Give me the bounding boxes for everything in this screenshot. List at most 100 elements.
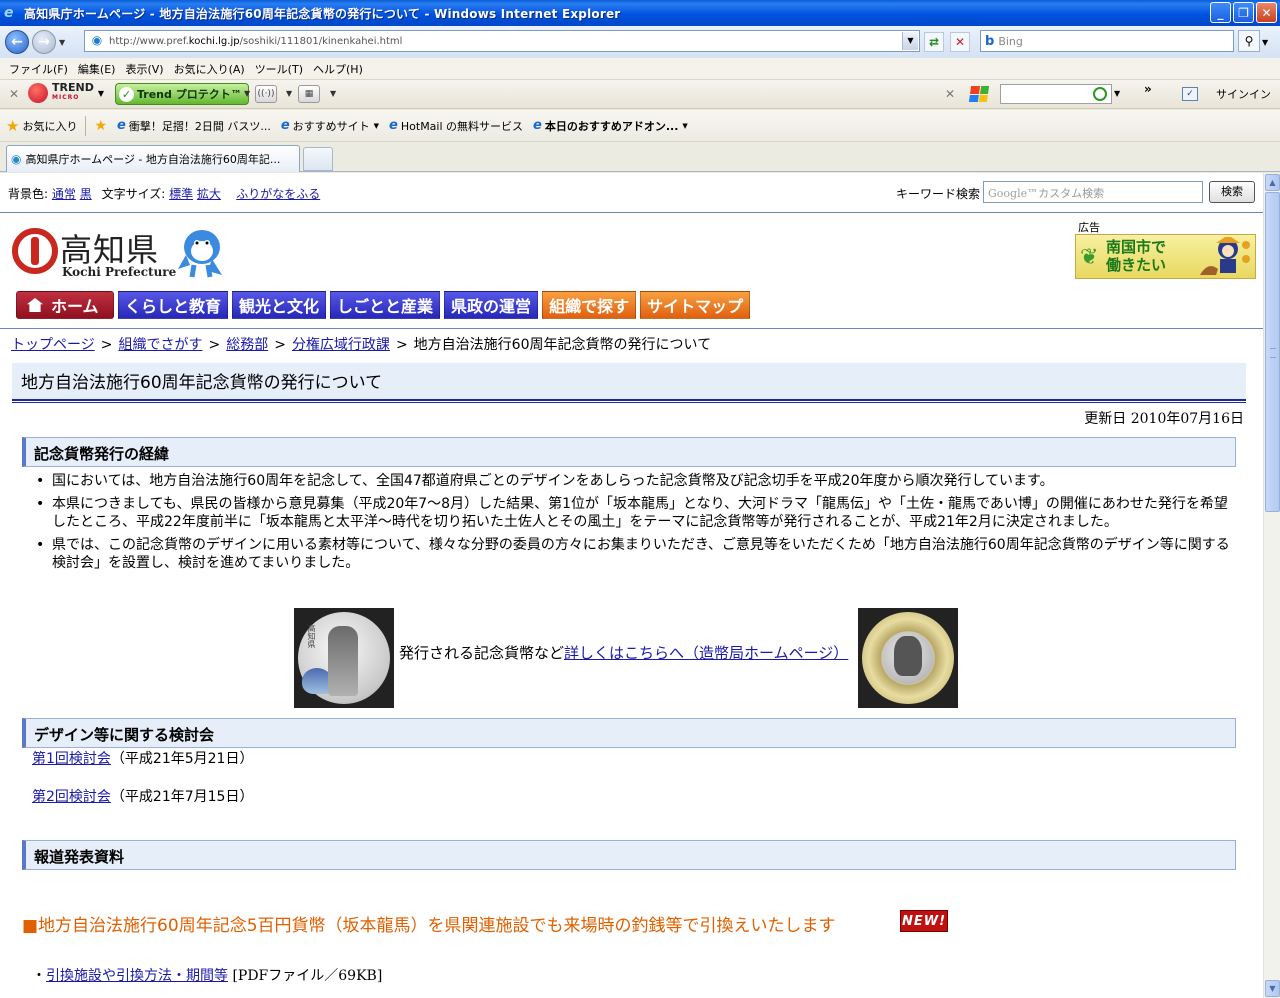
nav-life-education[interactable]: くらしと教育	[118, 291, 229, 319]
trend-toolbar: ✕ TREND MICRO ▼ ✓ Trend プロテクト™ ▼ ((·)) ▼ …	[0, 80, 1280, 109]
font-standard-link[interactable]: 標準	[169, 187, 193, 201]
address-url[interactable]: http://www.pref.kochi.lg.jp/soshiki/1118…	[109, 36, 402, 47]
meeting-2-link[interactable]: 第2回検討会	[32, 789, 111, 805]
search-icon: ⚲	[1244, 34, 1254, 48]
address-toolbar: ← → ▼ ◉ http://www.pref.kochi.lg.jp/sosh…	[0, 26, 1280, 58]
mint-website-link[interactable]: 詳しくはこちらへ（造幣局ホームページ）	[564, 644, 848, 662]
nav-administration[interactable]: 県政の運営	[444, 291, 539, 319]
breadcrumb: トップページ > 組織でさがす > 総務部 > 分権広域行政課 > 地方自治法施行60周年記念貨…	[11, 337, 712, 353]
address-dropdown-button[interactable]: ▼	[902, 32, 918, 50]
ie-page-icon: e	[533, 118, 542, 133]
back-button[interactable]: ←	[5, 30, 29, 54]
section-heading-press: 報道発表資料	[22, 840, 1236, 870]
meeting-1-link[interactable]: 第1回検討会	[32, 751, 111, 767]
menu-view[interactable]: 表示(V)	[120, 61, 168, 77]
menu-tools[interactable]: ツール(T)	[250, 61, 308, 77]
mascot-icon	[178, 230, 222, 278]
scroll-thumb[interactable]	[1265, 192, 1280, 512]
site-search-button[interactable]: 検索	[1209, 181, 1255, 203]
refresh-button[interactable]: ⇄	[924, 32, 944, 52]
menu-help[interactable]: ヘルプ(H)	[308, 61, 368, 77]
favorite-item[interactable]: e HotMail の無料サービス	[389, 118, 523, 134]
ad-banner[interactable]: ❦ 南国市で 働きたい	[1075, 234, 1256, 279]
signin-button[interactable]: ✓ サインイン	[1182, 86, 1271, 102]
menu-favorites[interactable]: お気に入り(A)	[169, 61, 250, 77]
address-bar[interactable]: ◉ http://www.pref.kochi.lg.jp/soshiki/11…	[84, 30, 920, 52]
nav-tourism-culture[interactable]: 観光と文化	[232, 291, 327, 319]
search-icon[interactable]	[1093, 87, 1107, 101]
scroll-up-button[interactable]: ▲	[1265, 174, 1280, 191]
tab-strip: ◉ 高知県庁ホームページ - 地方自治法施行60周年記...	[0, 142, 1280, 172]
favorite-item[interactable]: e おすすめサイト ▼	[281, 118, 379, 134]
close-toolbar-icon[interactable]: ✕	[9, 87, 19, 101]
search-options-dropdown[interactable]: ▼	[1262, 38, 1268, 47]
breadcrumb-top[interactable]: トップページ	[11, 337, 95, 353]
window-title: 高知県庁ホームページ - 地方自治法施行60周年記念貨幣の発行について - Wi…	[24, 6, 621, 21]
menu-edit[interactable]: 編集(E)	[73, 61, 121, 77]
toolbar-more-chevron[interactable]: »	[1144, 82, 1152, 96]
refresh-icon: ⇄	[928, 35, 940, 49]
keyword-search-label: キーワード検索	[896, 187, 981, 201]
tab-current[interactable]: ◉ 高知県庁ホームページ - 地方自治法施行60周年記...	[6, 145, 300, 172]
keyboard-icon[interactable]: ▦	[298, 85, 320, 103]
maximize-button[interactable]: ❐	[1233, 2, 1254, 23]
close-msn-toolbar-icon[interactable]: ✕	[945, 87, 955, 101]
page-favicon-icon: ◉	[91, 33, 103, 47]
menu-file[interactable]: ファイル(F)	[4, 61, 73, 77]
search-go-button[interactable]: ⚲	[1238, 30, 1260, 52]
minimize-button[interactable]: _	[1210, 2, 1231, 23]
scroll-down-button[interactable]: ▼	[1265, 980, 1280, 997]
forward-button[interactable]: →	[32, 30, 56, 54]
site-search-input[interactable]: Google™カスタム検索	[983, 181, 1203, 203]
add-favorite-icon[interactable]: ★	[94, 118, 107, 134]
font-large-link[interactable]: 拡大	[197, 187, 221, 201]
furigana-link[interactable]: ふりがなをふる	[236, 187, 320, 201]
breadcrumb-organization[interactable]: 組織でさがす	[118, 337, 202, 353]
favorites-button[interactable]: お気に入り	[22, 118, 77, 134]
nav-work-industry[interactable]: しごとと産業	[330, 291, 441, 319]
new-badge: NEW!	[900, 910, 948, 932]
msn-search-dropdown[interactable]: ▼	[1114, 89, 1120, 98]
wireless-dropdown[interactable]: ▼	[286, 89, 292, 98]
stop-icon: ✕	[954, 35, 966, 49]
window-title-bar: e 高知県庁ホームページ - 地方自治法施行60周年記念貨幣の発行について - …	[0, 0, 1280, 26]
bing-logo-icon: b	[985, 33, 995, 49]
bg-normal-link[interactable]: 通常	[52, 187, 76, 201]
history-dropdown[interactable]: ▼	[59, 38, 69, 47]
stop-button[interactable]: ✕	[950, 32, 970, 52]
samurai-character-icon	[1200, 237, 1250, 275]
bing-search-box[interactable]: b Bing	[980, 30, 1234, 52]
nav-organization[interactable]: 組織で探す	[542, 291, 637, 319]
breadcrumb-general-affairs[interactable]: 総務部	[226, 337, 268, 353]
new-tab-button[interactable]	[303, 147, 333, 171]
history-bullet-list: 国においては、地方自治法施行60周年を記念して、全国47都道府県ごとのデザインを…	[36, 472, 1236, 577]
exchange-details-pdf-link[interactable]: 引換施設や引換方法・期間等	[46, 968, 228, 984]
list-item: 本県につきましても、県民の皆様から意見募集（平成20年7～8月）した結果、第1位…	[36, 495, 1236, 531]
silver-coin-image: 高知県	[294, 608, 394, 708]
wireless-icon[interactable]: ((·))	[255, 85, 277, 103]
trend-protect-button[interactable]: ✓ Trend プロテクト™	[115, 83, 249, 105]
arrow-left-icon: ←	[11, 34, 23, 50]
trend-dropdown-icon[interactable]: ▼	[98, 89, 104, 98]
ie-page-icon: e	[280, 118, 290, 133]
updated-date: 更新日 2010年07月16日	[1084, 411, 1244, 427]
bg-black-link[interactable]: 黒	[80, 187, 92, 201]
coin-caption: 発行される記念貨幣など	[399, 644, 565, 662]
favorite-item[interactable]: e 衝撃！足摺！2日間 バスツ...	[117, 118, 271, 134]
page-title: 地方自治法施行60周年記念貨幣の発行について	[12, 363, 1246, 399]
breadcrumb-division[interactable]: 分権広域行政課	[292, 337, 390, 353]
msn-search-input[interactable]	[1000, 84, 1112, 104]
windows-logo-icon[interactable]	[968, 86, 990, 102]
vertical-scrollbar[interactable]: ▲ ▼	[1263, 173, 1280, 998]
meeting-item: 第2回検討会（平成21年7月15日）	[32, 789, 254, 805]
trend-micro-logo[interactable]: TREND MICRO ▼	[28, 82, 104, 103]
prefecture-emblem-icon	[12, 228, 58, 274]
internet-explorer-icon: e	[4, 5, 14, 21]
protect-dropdown[interactable]: ▼	[244, 89, 250, 98]
favorite-item[interactable]: e 本日のおすすめアドオン... ▼	[533, 118, 688, 134]
nav-home[interactable]: ホーム	[16, 291, 114, 319]
keyboard-dropdown[interactable]: ▼	[330, 89, 336, 98]
nav-sitemap[interactable]: サイトマップ	[640, 291, 751, 319]
close-button[interactable]: ✕	[1256, 2, 1277, 23]
ie-page-icon: e	[389, 118, 398, 133]
